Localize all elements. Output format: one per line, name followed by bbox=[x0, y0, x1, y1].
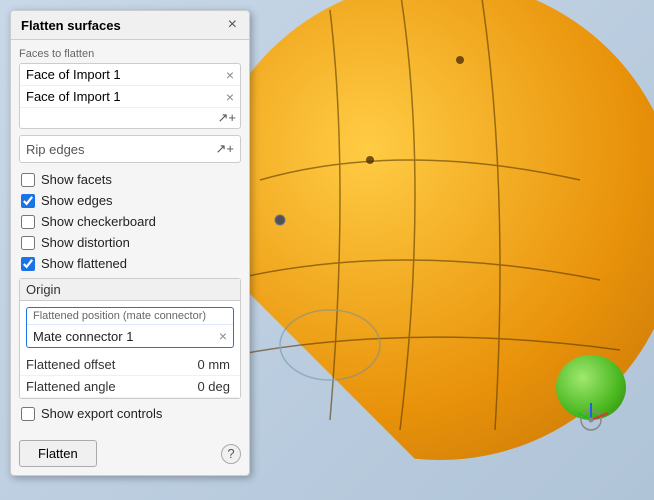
prop-row-angle: Flattened angle 0 deg bbox=[20, 376, 240, 398]
checkbox-show-edges: Show edges bbox=[19, 192, 241, 209]
panel-header: Flatten surfaces × bbox=[11, 11, 249, 40]
show-checkerboard-checkbox[interactable] bbox=[21, 215, 35, 229]
show-flattened-label[interactable]: Show flattened bbox=[41, 256, 127, 271]
faces-input-box: Face of Import 1 × Face of Import 1 × ↗+ bbox=[19, 63, 241, 129]
faces-add-area[interactable]: ↗+ bbox=[20, 108, 240, 128]
panel-title: Flatten surfaces bbox=[21, 18, 121, 33]
face-row-1: Face of Import 1 × bbox=[20, 64, 240, 86]
prop-value-offset: 0 mm bbox=[198, 357, 235, 372]
checkbox-show-facets: Show facets bbox=[19, 171, 241, 188]
rip-edges-box[interactable]: Rip edges ↗+ bbox=[19, 135, 241, 163]
panel-bottom: Flatten ? bbox=[11, 434, 249, 475]
show-facets-checkbox[interactable] bbox=[21, 173, 35, 187]
show-checkerboard-label[interactable]: Show checkerboard bbox=[41, 214, 156, 229]
faces-section-label: Faces to flatten bbox=[19, 48, 241, 60]
face-remove-btn-2[interactable]: × bbox=[226, 90, 234, 104]
rip-edges-label: Rip edges bbox=[26, 142, 85, 157]
show-distortion-label[interactable]: Show distortion bbox=[41, 235, 130, 250]
show-flattened-checkbox[interactable] bbox=[21, 257, 35, 271]
face-row-2: Face of Import 1 × bbox=[20, 86, 240, 108]
show-export-label[interactable]: Show export controls bbox=[41, 406, 162, 421]
prop-value-angle: 0 deg bbox=[197, 379, 234, 394]
show-edges-checkbox[interactable] bbox=[21, 194, 35, 208]
axis-indicator bbox=[566, 395, 616, 445]
face-name-2: Face of Import 1 bbox=[26, 89, 121, 104]
face-remove-btn-1[interactable]: × bbox=[226, 68, 234, 82]
flattened-pos-header: Flattened position (mate connector) bbox=[27, 308, 233, 325]
prop-label-angle: Flattened angle bbox=[20, 379, 116, 394]
panel-body: Faces to flatten Face of Import 1 × Face… bbox=[11, 40, 249, 434]
rip-edges-cursor-icon: ↗+ bbox=[216, 141, 234, 157]
flattened-pos-row: Mate connector 1 × bbox=[27, 325, 233, 347]
show-edges-label[interactable]: Show edges bbox=[41, 193, 113, 208]
flatten-button[interactable]: Flatten bbox=[19, 440, 97, 467]
flatten-surfaces-panel: Flatten surfaces × Faces to flatten Face… bbox=[10, 10, 250, 476]
help-icon[interactable]: ? bbox=[221, 444, 241, 464]
checkbox-show-flattened: Show flattened bbox=[19, 255, 241, 272]
show-export-checkbox[interactable] bbox=[21, 407, 35, 421]
checkbox-show-distortion: Show distortion bbox=[19, 234, 241, 251]
face-name-1: Face of Import 1 bbox=[26, 67, 121, 82]
flattened-pos-value: Mate connector 1 bbox=[33, 329, 133, 344]
checkbox-show-export: Show export controls bbox=[19, 405, 241, 422]
flattened-position-box: Flattened position (mate connector) Mate… bbox=[26, 307, 234, 348]
origin-header: Origin bbox=[20, 279, 240, 301]
flattened-pos-remove-btn[interactable]: × bbox=[219, 328, 227, 344]
panel-close-button[interactable]: × bbox=[226, 17, 239, 33]
checkbox-show-checkerboard: Show checkerboard bbox=[19, 213, 241, 230]
prop-label-offset: Flattened offset bbox=[20, 357, 115, 372]
show-distortion-checkbox[interactable] bbox=[21, 236, 35, 250]
faces-cursor-icon: ↗+ bbox=[218, 110, 236, 126]
main-container: Flatten surfaces × Faces to flatten Face… bbox=[0, 0, 654, 500]
origin-section: Origin Flattened position (mate connecto… bbox=[19, 278, 241, 399]
show-facets-label[interactable]: Show facets bbox=[41, 172, 112, 187]
prop-row-offset: Flattened offset 0 mm bbox=[20, 354, 240, 376]
